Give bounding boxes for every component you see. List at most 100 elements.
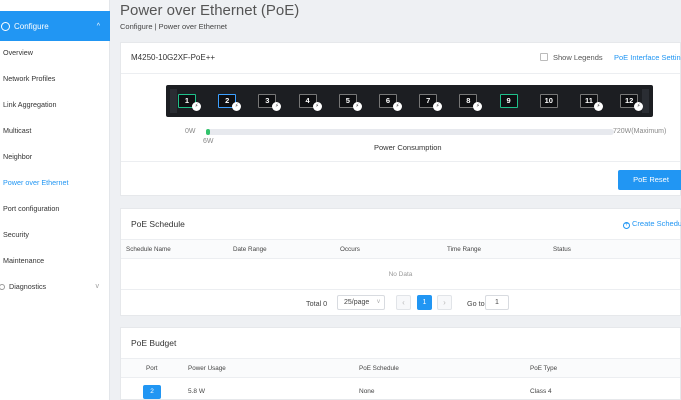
faceplate-edge-left	[170, 89, 177, 113]
poe-lightning-icon: ⚡	[393, 102, 402, 111]
poe-budget-card: PoE Budget Port Power Usage PoE Schedule…	[120, 327, 681, 400]
power-consumption-bar	[206, 129, 614, 135]
page-number-current[interactable]: 1	[417, 295, 432, 310]
page-title: Power over Ethernet (PoE)	[120, 2, 300, 19]
poe-lightning-icon: ⚡	[192, 102, 201, 111]
switch-port-10[interactable]: 10	[539, 94, 558, 108]
poe-lightning-icon: ⚡	[312, 102, 322, 111]
power-used-label: 6W	[203, 138, 214, 145]
budget-title: PoE Budget	[131, 338, 177, 348]
column-poe-type: PoE Type	[530, 365, 558, 372]
budget-table-header: Port Power Usage PoE Schedule PoE Type	[121, 358, 680, 378]
port-number: 2	[225, 96, 230, 105]
switch-port-4[interactable]: 4 ⚡	[298, 94, 322, 111]
switch-port-2[interactable]: 2 ⚡	[218, 94, 242, 111]
port-number: 6	[385, 96, 391, 105]
column-occurs: Occurs	[340, 246, 360, 253]
schedule-title: PoE Schedule	[131, 219, 185, 229]
create-schedule-link[interactable]: +Create Schedule	[623, 219, 681, 229]
switch-port-12[interactable]: 12 ⚡	[620, 94, 644, 111]
gear-icon	[1, 21, 10, 31]
port-number: 9	[506, 96, 511, 105]
divider	[121, 161, 680, 162]
sidebar-item-network-profiles[interactable]: Network Profiles	[3, 74, 55, 83]
sidebar-item-security[interactable]: Security	[3, 230, 29, 239]
pagination-total: Total 0	[306, 299, 328, 308]
switch-port-5[interactable]: 5 ⚡	[338, 94, 362, 111]
faceplate-edge-right	[642, 89, 649, 113]
empty-table-message: No Data	[388, 271, 413, 278]
power-consumption-fill	[206, 129, 211, 135]
port-number: 7	[426, 96, 431, 105]
device-model: M4250-10G2XF-PoE++	[131, 53, 216, 62]
switch-port-9[interactable]: 9	[499, 94, 518, 108]
sidebar: Configure ^ Overview Network Profiles Li…	[0, 0, 110, 400]
sidebar-item-diagnostics[interactable]: Diagnostics v	[0, 282, 99, 291]
port-number: 5	[345, 96, 350, 105]
budget-power-usage: 5.8 W	[188, 388, 205, 395]
sidebar-item-port-configuration[interactable]: Port configuration	[3, 204, 59, 213]
column-poe-schedule: PoE Schedule	[359, 365, 399, 372]
page-size-value: 25/page	[344, 299, 370, 306]
sidebar-diagnostics-label: Diagnostics	[9, 282, 47, 291]
column-time-range: Time Range	[447, 246, 482, 253]
schedule-table-header: Schedule Name Date Range Occurs Time Ran…	[121, 239, 680, 259]
poe-lightning-icon: ⚡	[232, 102, 242, 111]
show-legends-label[interactable]: Show Legends	[553, 53, 603, 62]
poe-lightning-icon: ⚡	[473, 102, 483, 111]
port-number: 3	[265, 96, 270, 105]
poe-lightning-icon: ⚡	[594, 102, 603, 111]
switch-port-11[interactable]: 11 ⚡	[580, 94, 603, 111]
column-schedule-name: Schedule Name	[126, 246, 171, 253]
switch-port-8[interactable]: 8 ⚡	[459, 94, 483, 111]
chevron-down-icon: v	[377, 299, 380, 305]
port-number: 12	[625, 96, 634, 105]
poe-schedule-card: PoE Schedule +Create Schedule Schedule N…	[120, 208, 681, 316]
chevron-up-icon: ^	[96, 22, 100, 30]
create-schedule-label: Create Schedule	[632, 219, 681, 228]
divider	[121, 289, 680, 290]
sidebar-item-overview[interactable]: Overview	[3, 48, 33, 57]
switch-port-1[interactable]: 1 ⚡	[178, 94, 201, 111]
diagnostics-icon	[0, 283, 5, 290]
switch-port-6[interactable]: 6 ⚡	[379, 94, 402, 111]
breadcrumb: Configure | Power over Ethernet	[120, 22, 228, 31]
port-number: 4	[305, 96, 310, 105]
port-number: 11	[585, 96, 593, 105]
prev-page-button[interactable]: ‹	[396, 295, 411, 310]
column-date-range: Date Range	[233, 246, 267, 253]
switch-port-3[interactable]: 3 ⚡	[258, 94, 282, 111]
poe-lightning-icon: ⚡	[352, 102, 362, 111]
poe-reset-button[interactable]: PoE Reset	[618, 170, 681, 190]
page-size-select[interactable]: 25/page v	[337, 295, 385, 310]
switch-port-7[interactable]: 7 ⚡	[419, 94, 443, 111]
poe-lightning-icon: ⚡	[272, 102, 282, 111]
sidebar-configure-header[interactable]: Configure ^	[0, 11, 110, 41]
budget-poe-schedule: None	[359, 388, 375, 395]
switch-faceplate: 1 ⚡ 2 ⚡ 3 ⚡ 4 ⚡ 5 ⚡ 6 ⚡ 7 ⚡ 8 ⚡ 9 10 11 ⚡ 12 ⚡	[166, 85, 653, 117]
port-number: 10	[544, 96, 553, 105]
power-consumption-caption: Power Consumption	[374, 143, 442, 152]
budget-port-badge[interactable]: 2	[143, 385, 161, 399]
sidebar-item-link-aggregation[interactable]: Link Aggregation	[3, 100, 57, 109]
goto-page-input[interactable]: 1	[485, 295, 509, 310]
divider	[121, 73, 680, 74]
poe-lightning-icon: ⚡	[433, 102, 443, 111]
power-min-label: 0W	[185, 128, 196, 135]
sidebar-item-neighbor[interactable]: Neighbor	[3, 152, 32, 161]
sidebar-item-multicast[interactable]: Multicast	[3, 126, 31, 135]
next-page-button[interactable]: ›	[437, 295, 452, 310]
column-port: Port	[146, 365, 158, 372]
device-card: M4250-10G2XF-PoE++ Show Legends PoE Inte…	[120, 42, 681, 196]
port-number: 1	[184, 96, 190, 105]
sidebar-item-maintenance[interactable]: Maintenance	[3, 256, 44, 265]
sidebar-header-label: Configure	[14, 21, 49, 31]
plus-circle-icon: +	[623, 222, 630, 229]
port-number: 8	[466, 96, 471, 105]
column-status: Status	[553, 246, 571, 253]
power-max-label: 720W(Maximum)	[613, 128, 667, 135]
column-power-usage: Power Usage	[188, 365, 226, 372]
show-legends-checkbox[interactable]	[540, 53, 548, 61]
poe-interface-settings-link[interactable]: PoE Interface Settings	[614, 53, 681, 62]
sidebar-item-power-over-ethernet[interactable]: Power over Ethernet	[3, 178, 69, 187]
